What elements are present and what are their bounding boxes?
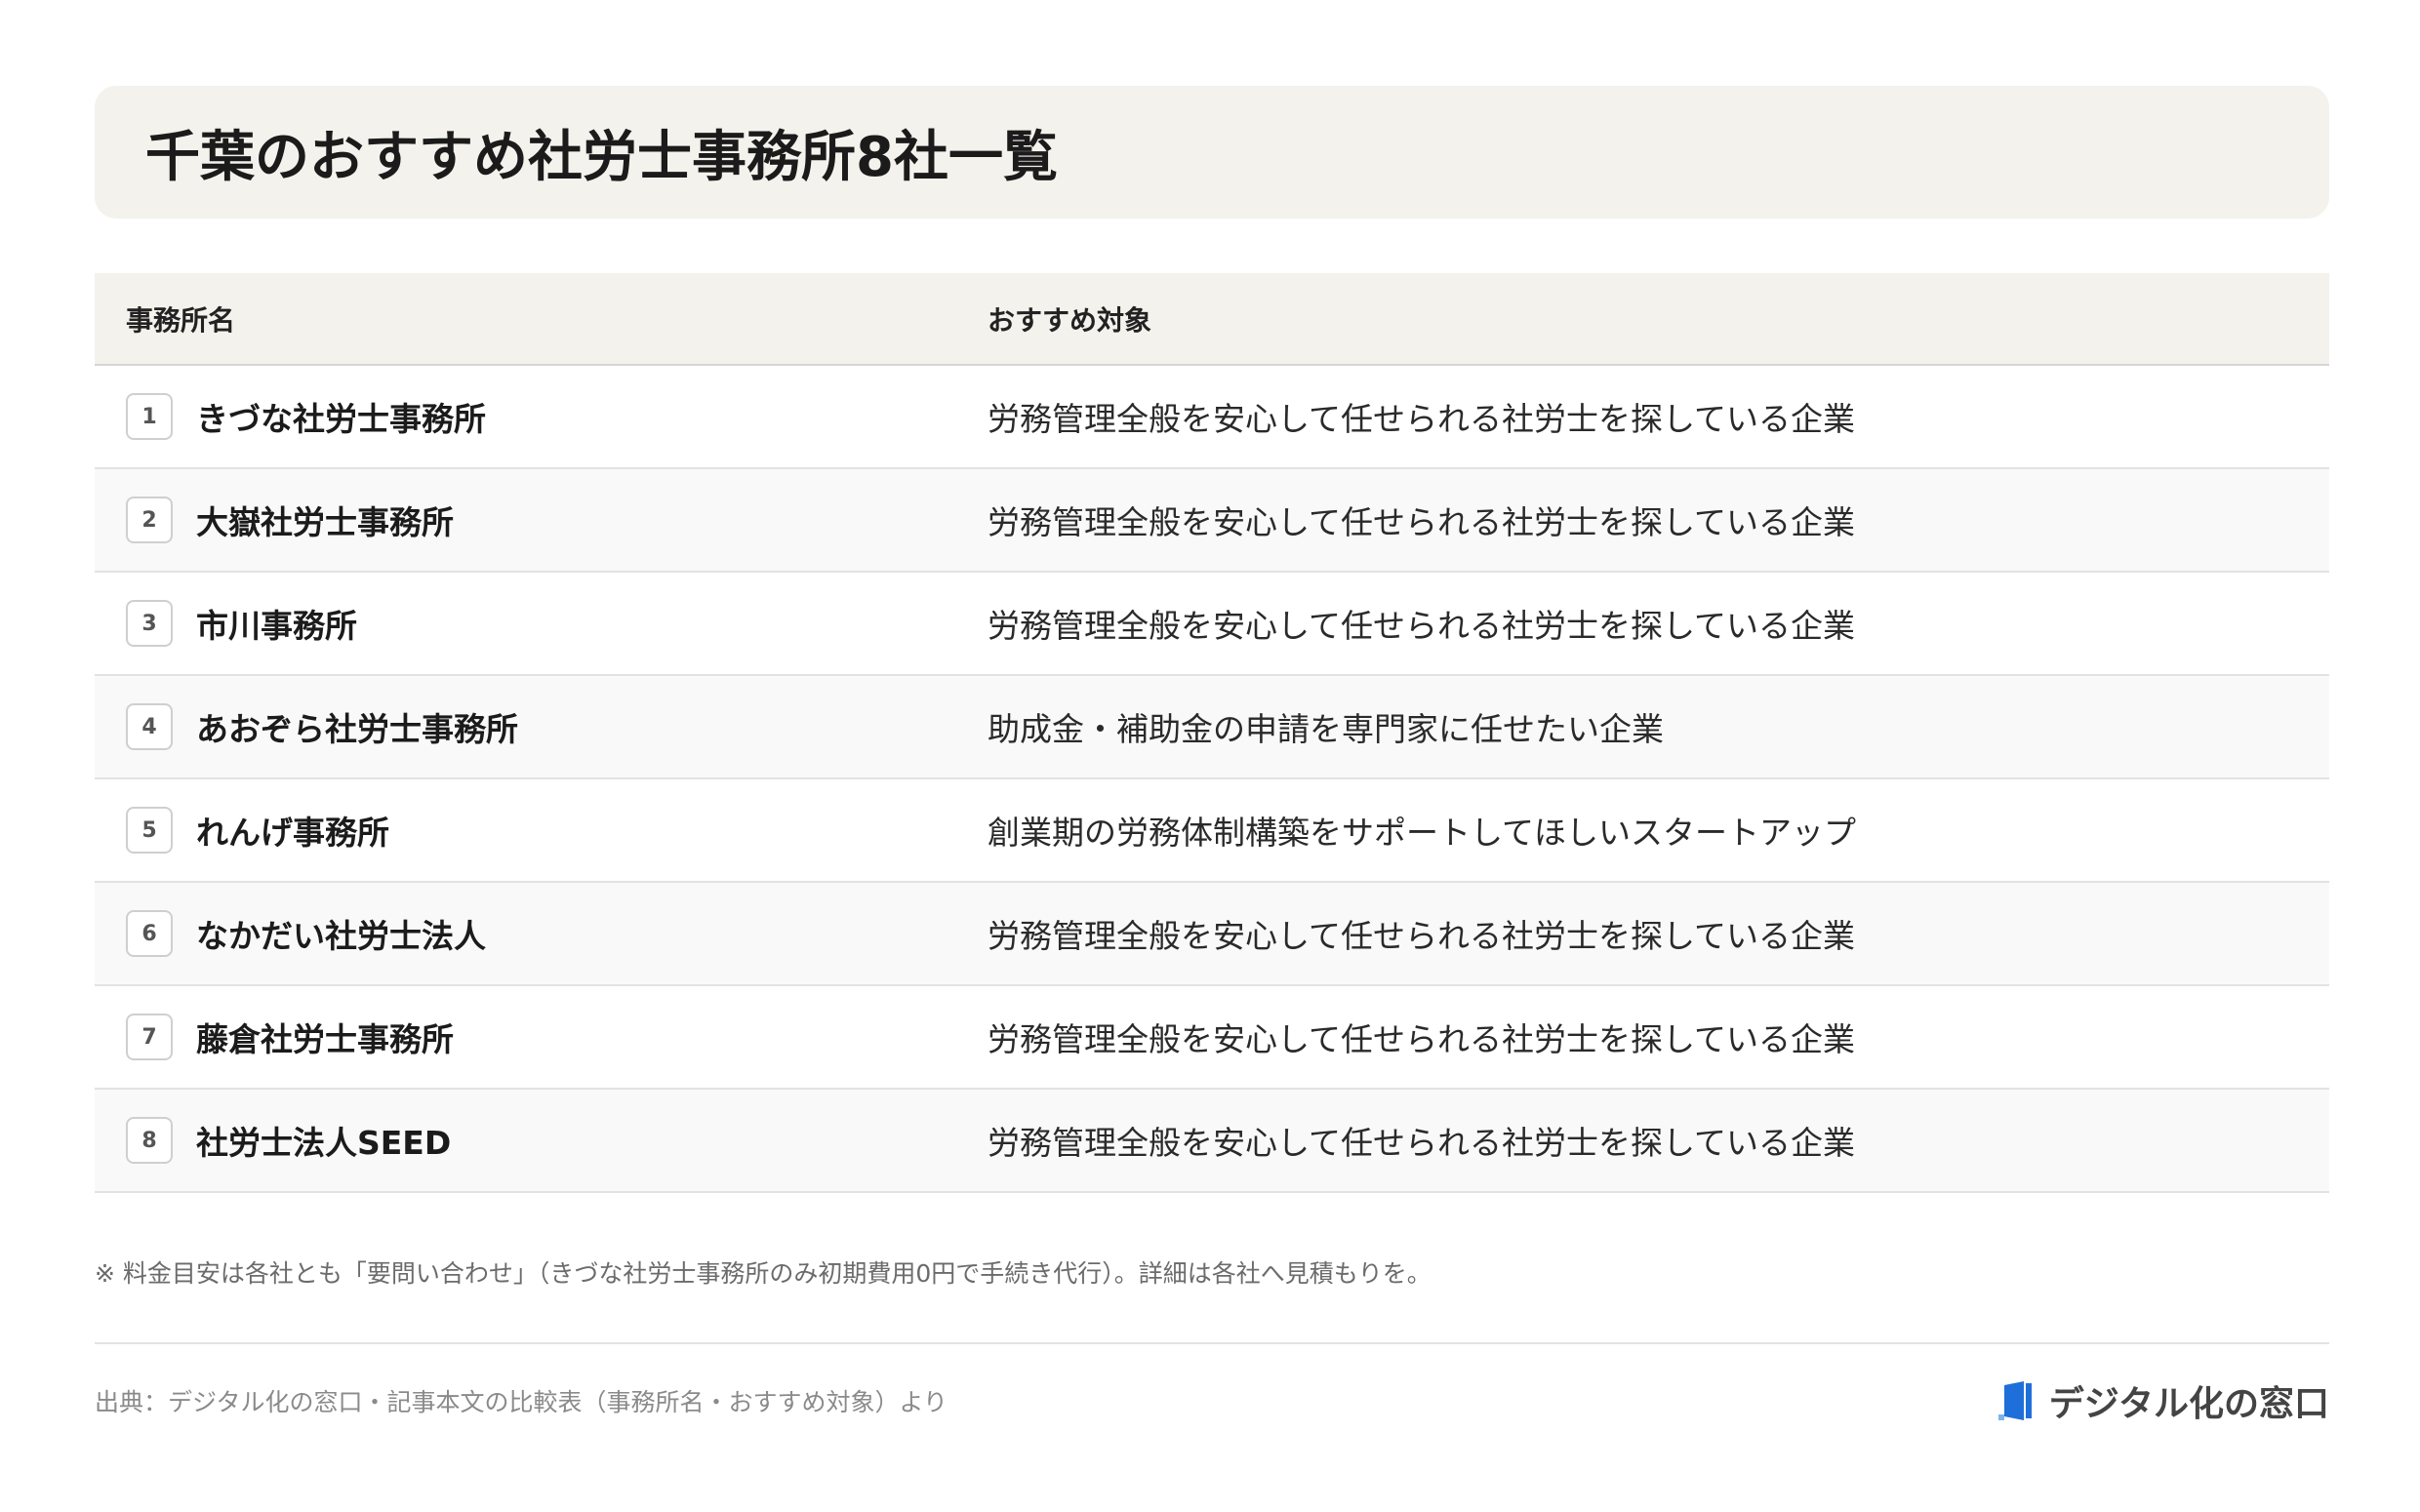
recommended-for: 労務管理全般を安心して任せられる社労士を探している企業 [988, 1020, 1856, 1058]
brand-logo[interactable]: デジタル化の窓口 [1996, 1375, 2329, 1426]
door-logo-icon [1997, 1381, 2032, 1420]
table-header: 事務所名 おすすめ対象 [95, 273, 2329, 366]
rank-badge: 5 [126, 807, 173, 854]
office-name: 市川事務所 [196, 607, 357, 645]
office-name: 社労士法人SEED [196, 1124, 452, 1162]
rank-badge: 2 [126, 497, 173, 543]
recommended-for: 創業期の労務体制構築をサポートしてほしいスタートアップ [988, 814, 1857, 852]
rank-badge: 6 [126, 910, 173, 957]
office-name: れんげ事務所 [196, 814, 389, 852]
footnote: ※ 料金目安は各社とも「要問い合わせ」（きづな社労士事務所のみ初期費用0円で手続… [95, 1259, 1432, 1288]
office-name: あおぞら社労士事務所 [196, 710, 518, 748]
office-table: 事務所名 おすすめ対象 1 きづな社労士事務所 労務管理全般を安心して任せられる… [95, 273, 2329, 1193]
rank-badge: 4 [126, 703, 173, 750]
recommended-for: 労務管理全般を安心して任せられる社労士を探している企業 [988, 607, 1856, 645]
divider [95, 1342, 2329, 1344]
office-cell: 6 なかだい社労士法人 [95, 910, 988, 957]
table-row: 8 社労士法人SEED 労務管理全般を安心して任せられる社労士を探している企業 [95, 1090, 2329, 1193]
office-cell: 5 れんげ事務所 [95, 807, 988, 854]
recommended-for: 労務管理全般を安心して任せられる社労士を探している企業 [988, 1124, 1856, 1162]
brand-name: デジタル化の窓口 [2048, 1384, 2329, 1424]
title-box: 千葉のおすすめ社労士事務所8社一覧 [95, 86, 2329, 219]
source-citation: 出典：デジタル化の窓口・記事本文の比較表（事務所名・おすすめ対象）より [95, 1388, 948, 1416]
table-row: 1 きづな社労士事務所 労務管理全般を安心して任せられる社労士を探している企業 [95, 366, 2329, 469]
recommended-for: 助成金・補助金の申請を専門家に任せたい企業 [988, 710, 1664, 748]
office-cell: 8 社労士法人SEED [95, 1117, 988, 1164]
office-cell: 1 きづな社労士事務所 [95, 393, 988, 440]
rank-badge: 3 [126, 600, 173, 647]
table-row: 7 藤倉社労士事務所 労務管理全般を安心して任せられる社労士を探している企業 [95, 986, 2329, 1090]
office-cell: 7 藤倉社労士事務所 [95, 1014, 988, 1060]
rank-badge: 1 [126, 393, 173, 440]
table-row: 2 大嶽社労士事務所 労務管理全般を安心して任せられる社労士を探している企業 [95, 469, 2329, 573]
table-row: 5 れんげ事務所 創業期の労務体制構築をサポートしてほしいスタートアップ [95, 779, 2329, 883]
office-name: きづな社労士事務所 [196, 400, 486, 438]
table-row: 4 あおぞら社労士事務所 助成金・補助金の申請を専門家に任せたい企業 [95, 676, 2329, 779]
header-office-name: 事務所名 [126, 303, 236, 337]
recommended-for: 労務管理全般を安心して任せられる社労士を探している企業 [988, 400, 1856, 438]
header-recommended-for: おすすめ対象 [988, 303, 1152, 337]
rank-badge: 7 [126, 1014, 173, 1060]
office-cell: 2 大嶽社労士事務所 [95, 497, 988, 543]
recommended-for: 労務管理全般を安心して任せられる社労士を探している企業 [988, 917, 1856, 955]
office-cell: 4 あおぞら社労士事務所 [95, 703, 988, 750]
table-row: 3 市川事務所 労務管理全般を安心して任せられる社労士を探している企業 [95, 573, 2329, 676]
table-row: 6 なかだい社労士法人 労務管理全般を安心して任せられる社労士を探している企業 [95, 883, 2329, 986]
rank-badge: 8 [126, 1117, 173, 1164]
office-name: 藤倉社労士事務所 [196, 1020, 454, 1058]
page-title: 千葉のおすすめ社労士事務所8社一覧 [145, 125, 1058, 189]
office-name: 大嶽社労士事務所 [196, 503, 454, 541]
recommended-for: 労務管理全般を安心して任せられる社労士を探している企業 [988, 503, 1856, 541]
office-name: なかだい社労士法人 [196, 917, 486, 955]
office-cell: 3 市川事務所 [95, 600, 988, 647]
